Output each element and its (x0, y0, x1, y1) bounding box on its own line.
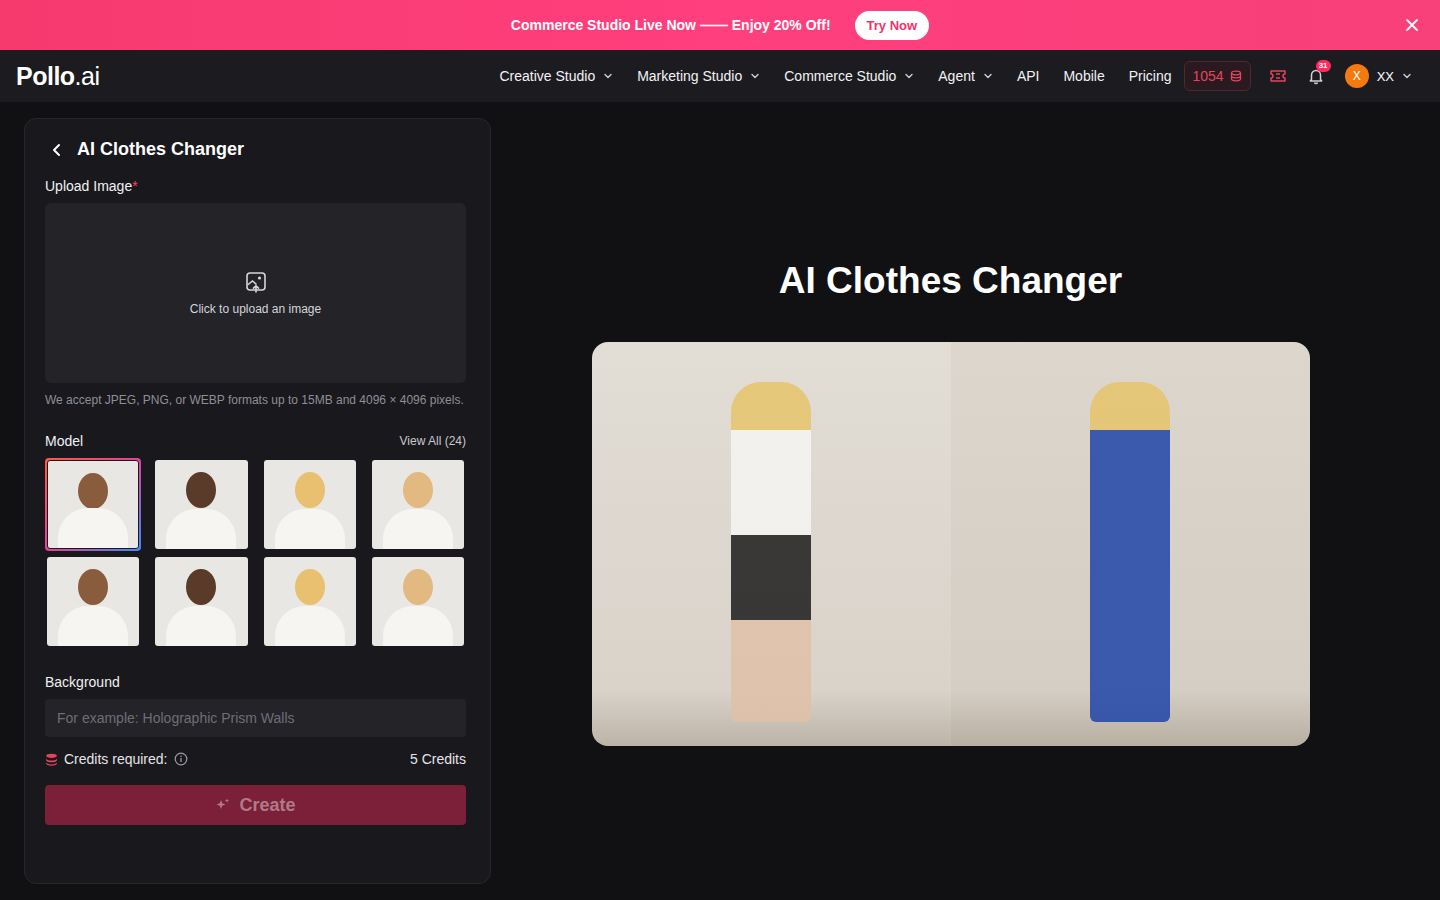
create-button[interactable]: Create (45, 785, 466, 825)
chevron-down-icon (750, 71, 760, 81)
chevron-down-icon (603, 71, 613, 81)
model-option[interactable] (262, 458, 358, 551)
settings-panel: AI Clothes Changer Upload Image* Click to … (24, 118, 491, 884)
nav-item[interactable]: Pricing (1129, 68, 1172, 84)
model-photo (155, 557, 247, 646)
nav-item[interactable]: API (1017, 68, 1040, 84)
credits-icon (45, 753, 58, 766)
close-icon[interactable] (1404, 17, 1420, 33)
nav-bar: Pollo.aiCreative StudioMarketing StudioC… (0, 50, 1440, 102)
nav-item[interactable]: Mobile (1063, 68, 1104, 84)
promo-banner: Commerce Studio Live Now —— Enjoy 20% Of… (0, 0, 1440, 50)
avatar: X (1345, 64, 1369, 88)
model-photo (47, 460, 139, 549)
model-option[interactable] (45, 458, 141, 551)
background-input[interactable] (45, 699, 466, 737)
model-option[interactable] (370, 458, 466, 551)
model-option[interactable] (262, 555, 358, 648)
model-grid (45, 458, 466, 648)
preview-area: AI Clothes Changer (491, 118, 1410, 884)
nav-menu: Creative Studio Marketing Studio Commerce … (499, 61, 1412, 91)
nav-item[interactable]: Marketing Studio (637, 68, 760, 84)
back-icon[interactable] (49, 142, 65, 158)
chevron-down-icon (1402, 71, 1412, 81)
after-photo (951, 342, 1310, 746)
upload-dropzone[interactable]: Click to upload an image (45, 203, 466, 383)
nav-item[interactable]: Commerce Studio (784, 68, 914, 84)
background-label: Background (45, 674, 466, 690)
panel-header: AI Clothes Changer (45, 139, 466, 160)
model-photo (264, 460, 356, 549)
chevron-down-icon (904, 71, 914, 81)
example-image (592, 342, 1310, 746)
model-option[interactable] (45, 555, 141, 648)
model-option[interactable] (153, 458, 249, 551)
credits-badge[interactable]: 1054 (1184, 61, 1251, 91)
nav-item[interactable]: Creative Studio (499, 68, 613, 84)
image-upload-icon (244, 270, 268, 294)
sparkle-icon (215, 797, 231, 813)
notifications-button[interactable]: 31 (1307, 67, 1325, 85)
model-photo (264, 557, 356, 646)
try-now-button[interactable]: Try Now (855, 11, 930, 40)
model-option[interactable] (153, 555, 249, 648)
model-photo (372, 557, 464, 646)
credits-row: Credits required:5 Credits (45, 751, 466, 767)
upload-label: Upload Image* (45, 178, 466, 194)
chevron-down-icon (983, 71, 993, 81)
coin-stack-icon (1230, 70, 1242, 82)
upload-note: We accept JPEG, PNG, or WEBP formats up … (45, 391, 466, 409)
model-photo (372, 460, 464, 549)
user-menu[interactable]: XXX (1345, 64, 1412, 88)
page: Commerce Studio Live Now —— Enjoy 20% Of… (0, 0, 1440, 900)
notification-count: 31 (1316, 60, 1331, 72)
model-header: ModelView All (24) (45, 433, 466, 449)
before-photo (592, 342, 951, 746)
model-photo (155, 460, 247, 549)
ticket-icon[interactable] (1269, 67, 1287, 85)
main-area: AI Clothes Changer Upload Image* Click to … (0, 102, 1440, 900)
nav-item[interactable]: Agent (938, 68, 993, 84)
promo-text: Commerce Studio Live Now —— Enjoy 20% Of… (511, 17, 831, 33)
hero-title: AI Clothes Changer (779, 258, 1122, 304)
model-option[interactable] (370, 555, 466, 648)
view-all-link[interactable]: View All (24) (400, 434, 466, 448)
logo[interactable]: Pollo.ai (16, 62, 100, 91)
info-icon[interactable] (174, 752, 188, 766)
model-photo (47, 557, 139, 646)
